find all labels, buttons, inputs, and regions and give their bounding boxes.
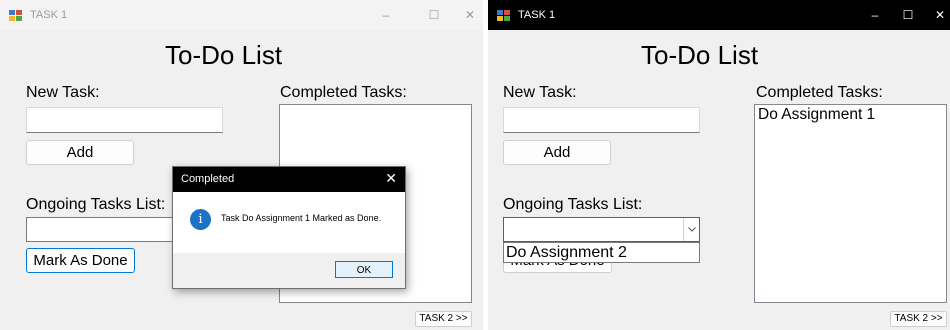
new-task-input[interactable] xyxy=(26,107,223,133)
minimize-icon[interactable]: – xyxy=(860,4,890,26)
completed-dialog: Completed ✕ i Task Do Assignment 1 Marke… xyxy=(172,166,406,289)
dialog-message: Task Do Assignment 1 Marked as Done. xyxy=(221,213,382,223)
app-icon xyxy=(497,10,510,21)
close-icon[interactable]: ✕ xyxy=(455,4,483,26)
task1-window-left: TASK 1 – ☐ ✕ To-Do List New Task: Add Co… xyxy=(0,0,483,330)
completed-tasks-list[interactable]: Do Assignment 1 xyxy=(754,104,947,303)
task1-window-right: TASK 1 – ☐ ✕ To-Do List New Task: Add Co… xyxy=(488,0,950,330)
close-icon[interactable]: ✕ xyxy=(925,4,950,26)
ongoing-tasks-label: Ongoing Tasks List: xyxy=(503,196,643,213)
task2-nav-button[interactable]: TASK 2 >> xyxy=(415,311,472,327)
window-title: TASK 1 xyxy=(30,9,68,21)
ongoing-tasks-combobox[interactable] xyxy=(26,217,196,242)
add-button[interactable]: Add xyxy=(503,140,611,165)
dialog-title: Completed xyxy=(181,173,235,185)
title-bar[interactable]: TASK 1 – ☐ ✕ xyxy=(488,0,950,30)
list-item[interactable]: Do Assignment 1 xyxy=(755,105,946,125)
completed-tasks-label: Completed Tasks: xyxy=(756,84,883,101)
close-icon[interactable]: ✕ xyxy=(385,170,397,187)
task2-nav-button[interactable]: TASK 2 >> xyxy=(890,311,947,327)
dialog-title-bar[interactable]: Completed ✕ xyxy=(173,167,405,192)
ongoing-tasks-combobox[interactable] xyxy=(503,217,700,242)
ok-button[interactable]: OK xyxy=(335,261,393,278)
maximize-icon[interactable]: ☐ xyxy=(419,4,449,26)
app-icon xyxy=(9,10,22,21)
new-task-input[interactable] xyxy=(503,107,700,133)
ongoing-tasks-dropdown: Do Assignment 2 xyxy=(503,242,700,263)
new-task-label: New Task: xyxy=(503,84,577,101)
dialog-footer: OK xyxy=(173,253,405,288)
chevron-down-icon[interactable] xyxy=(683,218,699,241)
info-icon: i xyxy=(190,209,211,230)
minimize-icon[interactable]: – xyxy=(371,4,401,26)
add-button[interactable]: Add xyxy=(26,140,134,165)
dropdown-option[interactable]: Do Assignment 2 xyxy=(506,243,699,262)
dialog-body: i Task Do Assignment 1 Marked as Done. xyxy=(173,192,405,253)
window-title: TASK 1 xyxy=(518,9,556,21)
mark-as-done-button[interactable]: Mark As Done xyxy=(26,248,135,273)
form-title: To-Do List xyxy=(641,40,759,70)
new-task-label: New Task: xyxy=(26,84,100,101)
maximize-icon[interactable]: ☐ xyxy=(893,4,923,26)
title-bar[interactable]: TASK 1 – ☐ ✕ xyxy=(0,0,483,30)
ongoing-tasks-label: Ongoing Tasks List: xyxy=(26,196,166,213)
form-title: To-Do List xyxy=(165,40,283,70)
completed-tasks-label: Completed Tasks: xyxy=(280,84,407,101)
